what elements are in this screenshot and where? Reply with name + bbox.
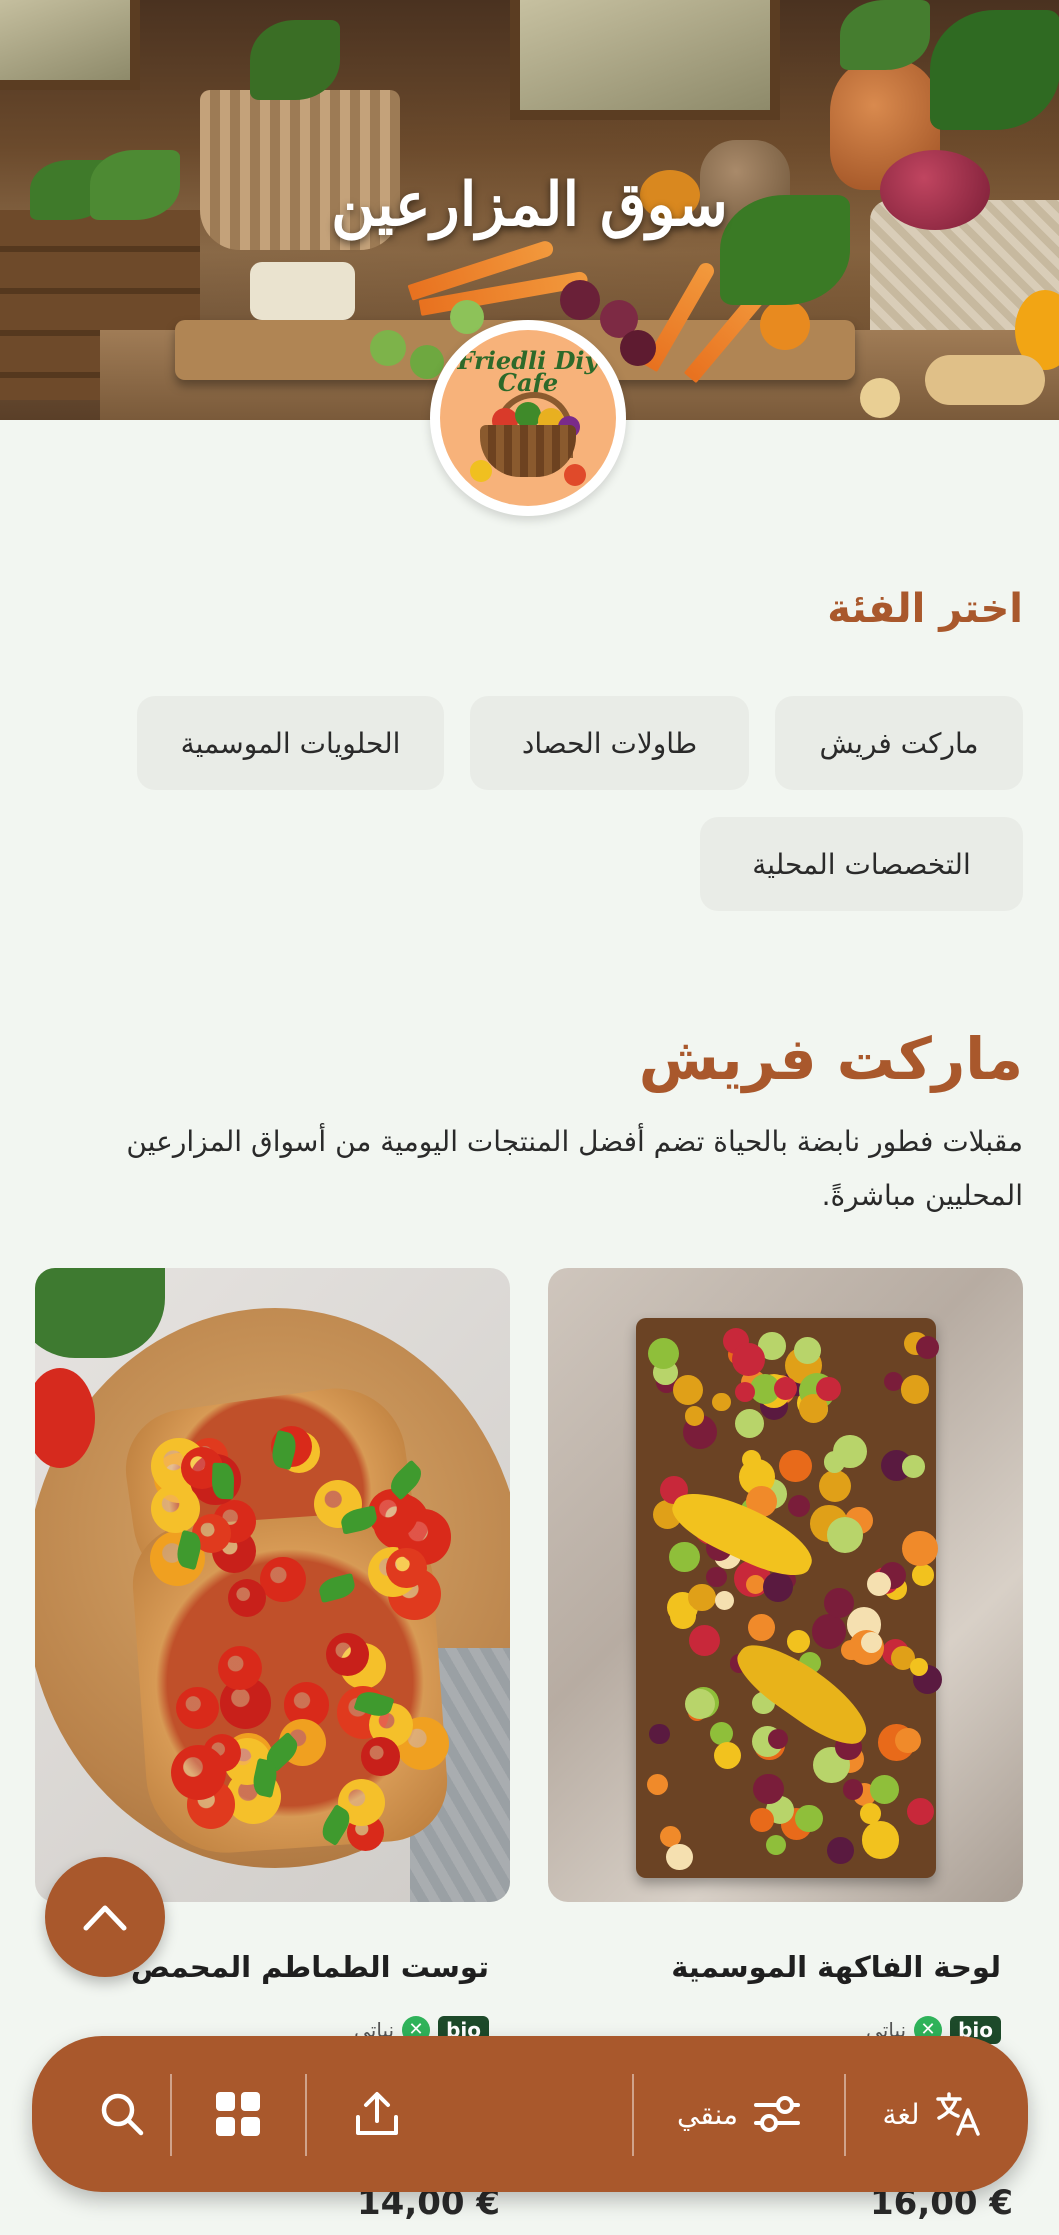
hero-door [510, 0, 780, 120]
grid-icon [216, 2092, 260, 2136]
fruit-piece [734, 1382, 755, 1403]
hero-grape [370, 330, 406, 366]
fruit-piece [895, 1727, 921, 1754]
cherry-tomato [176, 1686, 219, 1730]
cherry-tomato [217, 1646, 262, 1691]
fruit-piece [907, 1797, 935, 1825]
filter-icon [753, 2096, 800, 2132]
fruit-piece [684, 1689, 715, 1720]
fruit-piece [818, 1470, 851, 1503]
translate-icon [935, 2092, 980, 2136]
fruit-piece [794, 1336, 822, 1364]
logo-fruit [564, 464, 586, 486]
hero-grape [410, 345, 444, 379]
fruit-piece [732, 1343, 765, 1376]
filter-button[interactable]: منقي [637, 2036, 842, 2192]
fruit-piece [861, 1821, 899, 1859]
hero-window [0, 0, 140, 90]
hero-potato [860, 378, 900, 418]
product-name[interactable]: توست الطماطم المحمص [131, 1950, 489, 1984]
fruit-piece [670, 1603, 697, 1629]
category-chip-seasonal-sweets[interactable]: الحلويات الموسمية [137, 696, 444, 790]
fruit-piece [778, 1449, 812, 1483]
fruit-piece [648, 1337, 680, 1369]
basil-leaf [211, 1462, 235, 1500]
scroll-to-top-button[interactable] [45, 1857, 165, 1977]
fruit-piece [747, 1614, 775, 1641]
fruit-piece [786, 1629, 810, 1653]
hero-onion [560, 280, 600, 320]
nav-divider [844, 2074, 846, 2156]
fruit-piece [712, 1392, 731, 1411]
cherry-tomato [325, 1632, 369, 1676]
fruit-piece [762, 1572, 793, 1603]
product-name[interactable]: لوحة الفاكهة الموسمية [671, 1950, 1001, 1984]
category-chip-local-specialties[interactable]: التخصصات المحلية [700, 817, 1023, 911]
hero-onion [620, 330, 656, 366]
section-title: ماركت فريش [638, 1025, 1023, 1093]
fruit-piece [842, 1779, 864, 1800]
cafe-logo: Friedli Diy Cafe [430, 320, 626, 516]
fruit-piece [912, 1564, 934, 1586]
category-heading: اختر الفئة [827, 586, 1023, 632]
nav-divider [632, 2074, 634, 2156]
hero-potato [925, 355, 1045, 405]
logo-basket [480, 425, 576, 477]
share-button[interactable] [307, 2036, 447, 2192]
categories-grid-button[interactable] [172, 2036, 304, 2192]
fruit-piece [902, 1455, 925, 1478]
fruit-piece [684, 1405, 705, 1426]
search-icon [101, 2093, 144, 2136]
category-chip-harvest-tables[interactable]: طاولات الحصاد [470, 696, 749, 790]
logo-fruit [470, 460, 492, 482]
hero-leaf [930, 10, 1059, 130]
cherry-tomato [227, 1578, 267, 1618]
hero-pumpkin [760, 300, 810, 350]
product-image-tomato-toast[interactable] [35, 1268, 510, 1902]
logo-text-line2: Cafe [497, 368, 559, 397]
fruit-piece [833, 1434, 867, 1469]
fruit-piece [811, 1614, 847, 1649]
cherry-tomato [361, 1737, 400, 1776]
hero-leaf [840, 0, 930, 70]
fruit-piece [669, 1541, 700, 1573]
fruit-piece [753, 1773, 784, 1805]
hero-grape [450, 300, 484, 334]
filter-label: منقي [677, 2097, 738, 2131]
hero-cheese [250, 262, 355, 320]
fruit-piece [795, 1805, 823, 1833]
hero-leaf [250, 20, 340, 100]
herb-bowl [35, 1268, 165, 1358]
cherry-tomato [150, 1483, 201, 1533]
hero-title: سوق المزارعين [331, 170, 728, 240]
fruit-piece [827, 1837, 854, 1864]
section-description: مقبلات فطور نابضة بالحياة تضم أفضل المنت… [126, 1125, 1023, 1212]
cherry-tomato [386, 1547, 427, 1589]
fruit-piece [866, 1571, 891, 1597]
logo-badge: Friedli Diy Cafe [440, 330, 616, 506]
language-button[interactable]: لغة [847, 2036, 1017, 2192]
language-label: لغة [882, 2097, 920, 2131]
fruit-piece [900, 1375, 930, 1404]
cherry-tomato [260, 1556, 306, 1603]
bottom-nav-bar: منقي لغة [32, 2036, 1028, 2192]
product-image-fruit-board[interactable] [548, 1268, 1023, 1902]
fruit-piece [901, 1530, 938, 1567]
category-chip-market-fresh[interactable]: ماركت فريش [775, 696, 1023, 790]
fruit-piece [870, 1774, 900, 1804]
chevron-up-icon [83, 1905, 127, 1931]
logo-text: Friedli Diy Cafe [440, 349, 616, 397]
share-icon [356, 2092, 398, 2135]
cherry-tomato [170, 1744, 227, 1801]
